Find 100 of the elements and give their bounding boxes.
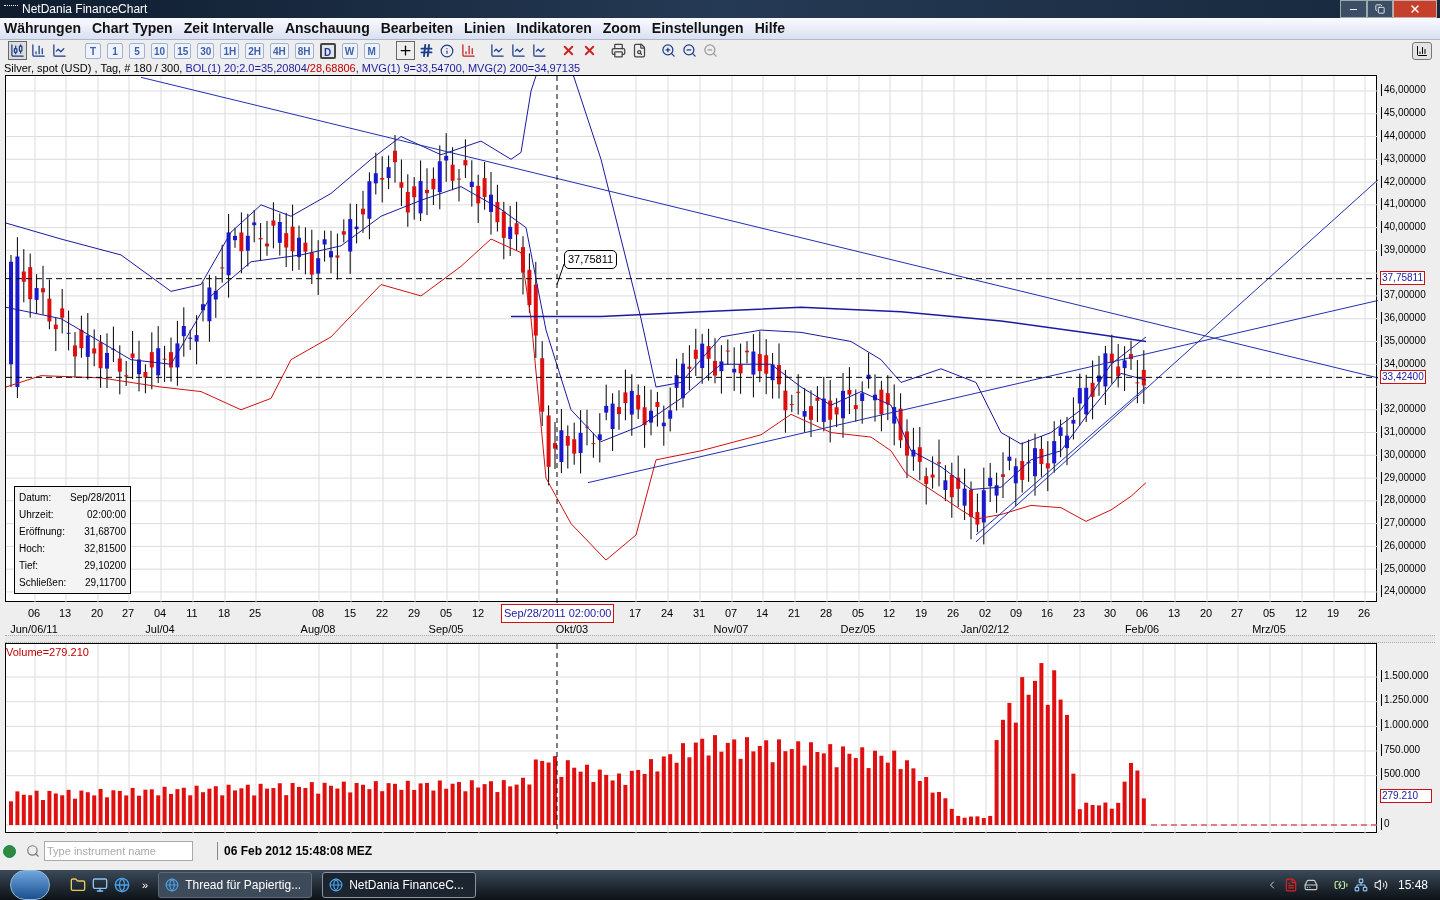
volume-axis-label: 0 [1381, 817, 1390, 830]
menu-item[interactable]: Anschauung [284, 18, 370, 39]
info-label: Hoch: [19, 542, 46, 557]
month-label: Nov/07 [713, 622, 749, 638]
price-axis-label: 27,00000 [1381, 517, 1426, 530]
info-label: Uhrzeit: [19, 508, 54, 523]
month-label: Jul/04 [145, 622, 175, 638]
menu-item[interactable]: Indikatoren [516, 18, 592, 39]
battery-icon[interactable] [1333, 878, 1348, 892]
leader-line [556, 264, 565, 286]
crosshair-date-label: Sep/28/2011 02:00:00 [501, 604, 615, 623]
day-tick-label: 22 [375, 606, 389, 622]
price-axis-label: 25,00000 [1381, 562, 1426, 575]
volume-title: Volume=279.210 [6, 644, 89, 660]
panel-toggle-button[interactable] [1412, 41, 1432, 60]
info-label: Eröffnung: [19, 525, 65, 540]
browser-icon [165, 878, 180, 892]
interval-button[interactable]: T [85, 42, 101, 59]
crosshair-button[interactable] [395, 41, 415, 61]
interval-button[interactable]: 10 [151, 42, 169, 59]
price-axis-label: 31,00000 [1381, 426, 1426, 438]
pdf-tray-icon[interactable] [1283, 878, 1298, 892]
interval-button[interactable]: 4H [269, 42, 289, 59]
menu-item[interactable]: Einstellungen [651, 18, 744, 39]
desktop-icon[interactable] [92, 877, 108, 893]
volume-axis-label: 1.250.000 [1381, 694, 1429, 707]
taskbar-clock[interactable]: 15:48 [1397, 876, 1428, 894]
restore-icon [1375, 4, 1385, 14]
price-axis-label: 46,00000 [1381, 84, 1426, 97]
price-axis-label: 43,00000 [1381, 152, 1426, 165]
network-icon[interactable] [1353, 878, 1368, 892]
interval-button[interactable]: 1H [220, 42, 240, 59]
day-tick-label: 12 [471, 606, 485, 622]
folder-icon[interactable] [70, 877, 86, 893]
day-tick-label: 26 [946, 606, 960, 622]
price-axis-label: 34,00000 [1381, 357, 1426, 370]
day-tick-label: 06 [27, 606, 41, 622]
price-callout: 37,75811 [564, 250, 618, 270]
day-tick-label: 05 [851, 606, 865, 622]
browser-icon [329, 878, 344, 892]
volume-axis-label: 1.000.000 [1381, 719, 1429, 731]
menu-item[interactable]: Hilfe [754, 18, 785, 39]
minimize-button[interactable] [1340, 0, 1367, 18]
month-label: Aug/08 [300, 622, 336, 638]
day-tick-label: 27 [1230, 606, 1244, 622]
day-tick-label: 29 [407, 606, 421, 622]
menu-item[interactable]: Chart Typen [92, 18, 173, 39]
info-value: 29,11700 [85, 576, 126, 591]
price-axis-label: 29,00000 [1381, 471, 1426, 484]
price-axis-label: 40,00000 [1381, 221, 1426, 234]
price-axis-label: 30,00000 [1381, 448, 1426, 461]
day-tick-label: 15 [343, 606, 357, 622]
instrument-search-field[interactable]: Type instrument name [44, 841, 193, 862]
drive-tray-icon[interactable] [1303, 878, 1318, 892]
price-axis-label: 45,00000 [1381, 107, 1426, 120]
day-tick-label: 20 [1199, 606, 1213, 622]
interval-button[interactable]: 15 [174, 42, 192, 59]
menu-item[interactable]: Bearbeiten [380, 18, 454, 39]
volume-icon[interactable] [1373, 878, 1388, 892]
taskbar-button[interactable]: Thread für Papiertig... [158, 872, 313, 898]
menu-item[interactable]: Zoom [602, 18, 641, 39]
interval-button[interactable]: M [363, 42, 380, 59]
status-datetime: 06 Feb 2012 15:48:08 MEZ [217, 842, 373, 861]
restore-button[interactable] [1367, 0, 1393, 18]
day-tick-label: 02 [978, 606, 992, 622]
indicator-summary: Silver, spot (USD) , Tag, # 180 / 300, BOL(1) 20;2.0=35,20804/28,68806, MVG(1) 9=33,54700, MVG(2) 200=34,97135 [4, 62, 581, 74]
day-tick-label: 26 [1357, 606, 1371, 622]
bar-chart-icon [1416, 44, 1428, 57]
info-value: 02:00:00 [87, 508, 126, 523]
candlestick-chart-button[interactable] [8, 41, 27, 61]
interval-button[interactable]: 8H [294, 42, 314, 59]
menu-item[interactable]: Linien [464, 18, 506, 39]
interval-button[interactable]: 2H [245, 42, 264, 59]
volume-axis-label: 1.500.000 [1381, 669, 1429, 682]
menu-item[interactable]: Zeit Intervalle [183, 18, 274, 39]
interval-button[interactable]: W [341, 42, 358, 59]
overflow-chevron[interactable]: » [142, 876, 149, 894]
interval-button[interactable]: 1 [107, 42, 123, 59]
interval-button[interactable]: D [319, 42, 336, 59]
menu-item[interactable]: Währungen [4, 18, 81, 39]
start-button[interactable] [10, 870, 50, 900]
price-marker-label: 37,75811 [1380, 271, 1425, 286]
day-tick-label: 13 [1167, 606, 1181, 622]
price-axis-label: 44,00000 [1381, 129, 1426, 142]
day-tick-label: 23 [1072, 606, 1086, 622]
day-tick-label: 14 [755, 606, 769, 622]
browser-icon[interactable] [114, 877, 130, 893]
day-tick-label: 21 [787, 606, 801, 622]
info-value: 32,81500 [84, 542, 126, 557]
interval-button[interactable]: 5 [129, 42, 145, 59]
taskbar-button[interactable]: NetDania FinanceC... [322, 872, 477, 898]
day-tick-label: 25 [248, 606, 262, 622]
close-button[interactable] [1393, 0, 1437, 18]
day-tick-label: 12 [882, 606, 896, 622]
day-tick-label: 06 [1135, 606, 1149, 622]
price-axis-label: 28,00000 [1381, 494, 1426, 507]
day-tick-label: 12 [1294, 606, 1308, 622]
interval-button[interactable]: 30 [197, 42, 215, 59]
month-label: Jan/02/12 [960, 622, 1010, 638]
month-label: Okt/03 [555, 622, 589, 638]
